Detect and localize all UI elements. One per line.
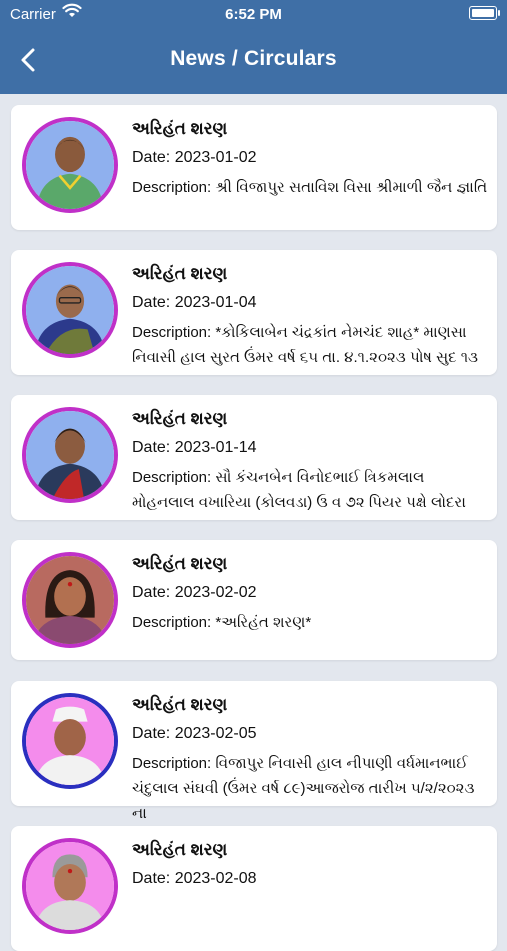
- person-photo-icon: [26, 121, 114, 209]
- news-author: અરિહંત શરણ: [132, 554, 228, 573]
- avatar: [22, 552, 118, 648]
- avatar: [22, 117, 118, 213]
- person-photo-icon: [26, 556, 114, 644]
- news-card[interactable]: અરિહંત શરણ Date: 2023-01-02 Description:…: [11, 105, 497, 230]
- news-description: Description: *અરિહંત શરણ*: [132, 614, 312, 631]
- page-title: News / Circulars: [170, 47, 337, 70]
- person-photo-icon: [26, 266, 114, 354]
- news-author: અરિહંત શરણ: [132, 119, 228, 138]
- news-card[interactable]: અરિહંત શરણ Date: 2023-02-08: [11, 826, 497, 951]
- news-date: Date: 2023-02-02: [132, 584, 257, 601]
- news-description: Description: *કોકિલાબેન ચંદ્રકાંત નેમચંદ…: [132, 324, 479, 366]
- status-time: 6:52 PM: [225, 6, 282, 23]
- status-bar: Carrier 6:52 PM: [0, 0, 507, 30]
- avatar: [22, 407, 118, 503]
- news-card[interactable]: અરિહંત શરણ Date: 2023-02-05 Description:…: [11, 681, 497, 822]
- news-author: અરિહંત શરણ: [132, 840, 228, 859]
- person-photo-icon: [26, 697, 114, 785]
- avatar: [22, 693, 118, 789]
- news-date: Date: 2023-01-14: [132, 439, 257, 456]
- news-author: અરિહંત શરણ: [132, 264, 228, 283]
- news-description: Description: વિજાપુર નિવાસી હાલ નીપાણી વ…: [132, 755, 475, 822]
- news-card[interactable]: અરિહંત શરણ Date: 2023-02-02 Description:…: [11, 540, 497, 660]
- person-photo-icon: [26, 411, 114, 499]
- news-description: Description: શ્રી વિજાપુર સતાવિશ વિસા શ્…: [132, 179, 488, 196]
- avatar: [22, 262, 118, 358]
- news-card[interactable]: અરિહંત શરણ Date: 2023-01-04 Description:…: [11, 250, 497, 375]
- news-card[interactable]: અરિહંત શરણ Date: 2023-01-14 Description:…: [11, 395, 497, 520]
- news-date: Date: 2023-02-05: [132, 725, 257, 742]
- news-date: Date: 2023-02-08: [132, 870, 257, 887]
- person-photo-icon: [26, 842, 114, 930]
- news-date: Date: 2023-01-02: [132, 149, 257, 166]
- battery-icon: [469, 6, 500, 20]
- avatar: [22, 838, 118, 934]
- news-author: અરિહંત શરણ: [132, 695, 228, 714]
- navigation-bar: Carrier 6:52 PM News / Circulars: [0, 0, 507, 94]
- news-date: Date: 2023-01-04: [132, 294, 257, 311]
- news-description: Description: સૌ કંચનબેન વિનોદભાઈ ત્રિકમલ…: [132, 469, 466, 511]
- news-author: અરિહંત શરણ: [132, 409, 228, 428]
